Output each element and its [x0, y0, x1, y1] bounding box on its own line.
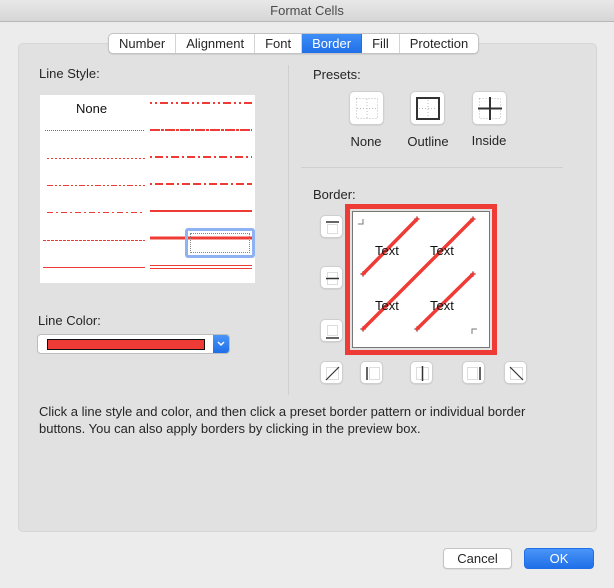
tab-border[interactable]: Border — [302, 34, 363, 53]
line-style-label: Line Style: — [39, 66, 100, 81]
border-left-icon — [366, 367, 380, 380]
help-text: Click a line style and color, and then c… — [39, 404, 526, 436]
border-left-button[interactable] — [360, 361, 383, 384]
border-label: Border: — [313, 187, 356, 202]
border-preview-box[interactable]: Text Text Text Text — [352, 211, 490, 348]
preset-none-icon — [356, 98, 378, 119]
line-color-dropdown[interactable] — [37, 334, 230, 354]
preset-inside-label: Inside — [471, 133, 507, 148]
tab-number[interactable]: Number — [109, 34, 177, 53]
preset-outline-icon — [416, 97, 440, 120]
chevron-down-icon[interactable] — [213, 335, 229, 353]
presets-label: Presets: — [313, 67, 361, 82]
preset-inside-button[interactable] — [472, 91, 507, 125]
tab-alignment[interactable]: Alignment — [176, 34, 256, 53]
border-right-button[interactable] — [462, 361, 485, 384]
preview-text: Text — [375, 243, 399, 258]
vertical-divider — [288, 65, 289, 395]
border-diagonal-up-button[interactable] — [320, 361, 343, 384]
preset-none-label: None — [350, 134, 382, 149]
tab-protection[interactable]: Protection — [400, 34, 479, 53]
border-diagonal-down-button[interactable] — [504, 361, 527, 384]
tab-fill[interactable]: Fill — [362, 34, 400, 53]
border-bottom-button[interactable] — [320, 319, 343, 342]
diagonal-up-icon — [325, 366, 340, 381]
border-preview-selection: Text Text Text Text — [345, 204, 497, 355]
preview-text: Text — [375, 298, 399, 313]
border-inside-horizontal-icon — [326, 272, 339, 285]
preset-inside-icon — [478, 97, 502, 120]
border-preview-drawing — [358, 216, 477, 334]
preview-text: Text — [430, 243, 454, 258]
preset-outline-button[interactable] — [410, 91, 445, 125]
line-style-list: None — [40, 95, 255, 283]
horizontal-divider — [301, 167, 563, 168]
preset-none-button[interactable] — [349, 91, 384, 125]
border-inside-vertical-button[interactable] — [410, 361, 433, 384]
diagonal-down-icon — [509, 366, 524, 381]
cancel-button[interactable]: Cancel — [443, 548, 512, 569]
preset-outline-label: Outline — [407, 134, 449, 149]
border-inside-vertical-icon — [416, 366, 429, 381]
border-top-button[interactable] — [320, 215, 343, 238]
ok-button[interactable]: OK — [524, 548, 594, 569]
border-top-icon — [326, 221, 339, 234]
line-style-selection-highlight[interactable] — [185, 228, 255, 258]
window-titlebar: Format Cells — [0, 0, 614, 22]
tab-font[interactable]: Font — [255, 34, 303, 53]
border-right-icon — [467, 367, 481, 380]
line-color-swatch — [47, 339, 205, 350]
line-color-label: Line Color: — [38, 313, 101, 328]
border-inside-horizontal-button[interactable] — [320, 266, 343, 289]
preview-text: Text — [430, 298, 454, 313]
border-bottom-icon — [326, 325, 339, 339]
tab-bar: Number Alignment Font Border Fill Protec… — [108, 33, 480, 54]
window-title: Format Cells — [270, 3, 344, 18]
